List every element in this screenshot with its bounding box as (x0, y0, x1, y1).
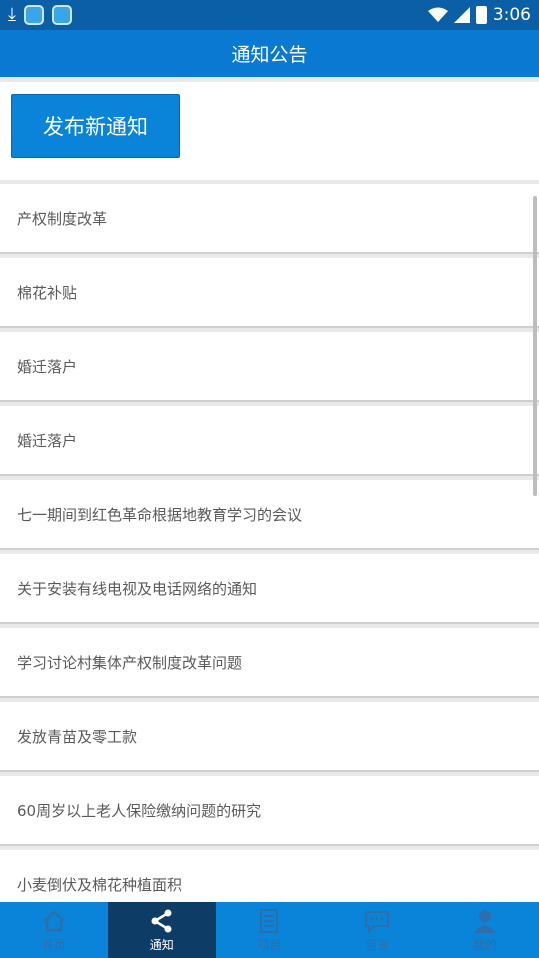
bottom-nav: 首页 通知 项目 留言 我的 (0, 902, 539, 958)
notice-item[interactable]: 发放青苗及零工款 (0, 702, 539, 772)
notice-item[interactable]: 棉花补贴 (0, 258, 539, 328)
notice-item[interactable]: 学习讨论村集体产权制度改革问题 (0, 628, 539, 698)
scrollbar[interactable] (533, 196, 537, 496)
app-icon (51, 5, 72, 25)
notice-item[interactable]: 七一期间到红色革命根据地教育学习的会议 (0, 480, 539, 550)
nav-label: 项目 (257, 937, 282, 952)
nav-label: 首页 (41, 937, 66, 952)
battery-icon (475, 6, 487, 24)
nav-label: 通知 (149, 937, 174, 952)
list-icon (260, 908, 279, 933)
notice-item[interactable]: 关于安装有线电视及电话网络的通知 (0, 554, 539, 624)
publish-card: 发布新通知 (0, 82, 539, 180)
nav-item-3[interactable]: 留言 (323, 902, 431, 958)
download-icon: ⤓ (8, 4, 16, 25)
publish-new-notice-button[interactable]: 发布新通知 (11, 94, 180, 158)
page-title: 通知公告 (0, 30, 539, 77)
home-icon (43, 909, 65, 931)
nav-item-1[interactable]: 通知 (107, 902, 216, 958)
nav-item-4[interactable]: 我的 (431, 902, 539, 958)
nav-item-2[interactable]: 项目 (216, 902, 324, 958)
wifi-icon (427, 7, 448, 22)
app-icon (23, 5, 44, 25)
signal-icon (453, 7, 470, 23)
person-icon (474, 909, 497, 933)
notice-item[interactable]: 婚迁落户 (0, 332, 539, 402)
share-icon (151, 909, 172, 932)
nav-label: 我的 (473, 937, 498, 952)
status-time: 3:06 (492, 5, 531, 25)
notice-item[interactable]: 60周岁以上老人保险缴纳问题的研究 (0, 776, 539, 846)
status-bar: ⤓ 3:06 (0, 0, 539, 30)
nav-label: 留言 (365, 937, 390, 952)
message-icon (365, 910, 390, 933)
nav-item-0[interactable]: 首页 (0, 902, 108, 958)
notice-item[interactable]: 产权制度改革 (0, 184, 539, 254)
notice-item[interactable]: 婚迁落户 (0, 406, 539, 476)
